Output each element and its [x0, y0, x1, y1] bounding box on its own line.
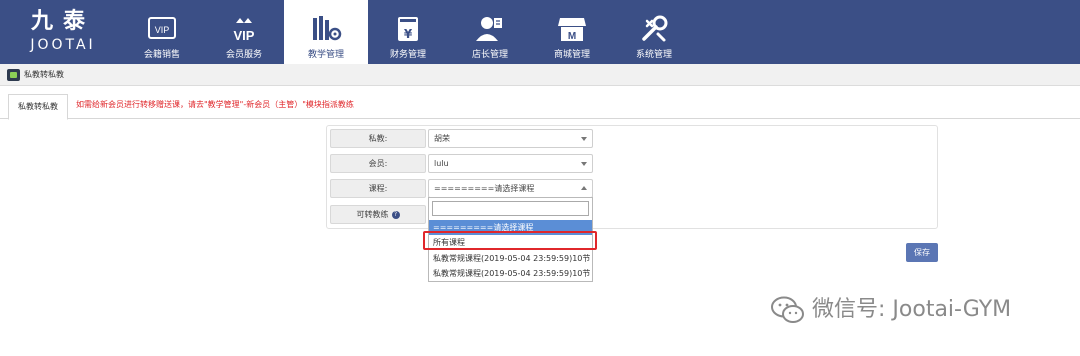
brand-name-en: JOOTAI	[30, 37, 96, 53]
nav-label: 店长管理	[471, 50, 508, 60]
nav-item-system-management[interactable]: 系统管理	[612, 0, 696, 64]
brand-name-cn: 九泰	[30, 9, 95, 34]
wrench-icon	[642, 15, 668, 42]
tab-private-coach-transfer[interactable]: 私教转私教	[8, 94, 68, 120]
chevron-down-icon	[581, 137, 587, 141]
dropdown-option[interactable]: 私教常规课程(2019-05-04 23:59:59)10节	[429, 251, 592, 266]
member-label: 会员:	[330, 154, 426, 173]
manager-icon	[476, 17, 502, 41]
books-gear-icon	[313, 16, 342, 41]
transfer-coach-label-text: 可转教练	[356, 210, 389, 219]
watermark-text: 微信号: Jootai-GYM	[812, 297, 1012, 322]
brand-logo: 九泰 JOOTAI	[28, 8, 98, 60]
nav-item-member-service[interactable]: VIP 会员服务	[202, 0, 286, 64]
svg-text:¥: ¥	[404, 27, 413, 41]
store-icon: M	[558, 18, 586, 42]
transfer-coach-label: 可转教练?	[330, 205, 426, 224]
chevron-down-icon	[581, 162, 587, 166]
nav-item-store-management[interactable]: M 商城管理	[530, 0, 614, 64]
coach-label: 私教:	[330, 129, 426, 148]
course-label: 课程:	[330, 179, 426, 198]
highlight-box	[423, 231, 597, 250]
nav-label: 系统管理	[635, 50, 672, 60]
tab-strip: 私教转私教 如需给新会员进行转移赠送课，请去"教学管理"-新会员（主管）"模块指…	[0, 86, 1080, 120]
svg-text:M: M	[568, 31, 576, 42]
save-button[interactable]: 保存	[906, 243, 938, 262]
yen-book-icon: ¥	[398, 17, 418, 41]
wechat-icon	[771, 296, 804, 323]
nav-label: 财务管理	[389, 50, 426, 60]
chevron-up-icon	[581, 186, 587, 190]
nav-label: 商城管理	[553, 50, 590, 60]
help-icon[interactable]: ?	[391, 210, 400, 219]
coach-select-value: 胡荣	[434, 134, 450, 143]
nav-item-manager-management[interactable]: 店长管理	[448, 0, 532, 64]
coach-select[interactable]: 胡荣	[428, 129, 593, 148]
nav-label: 教学管理	[307, 50, 344, 60]
member-select-value: lulu	[434, 159, 449, 168]
breadcrumb-text: 私教转私教	[24, 70, 64, 79]
tab-note: 如需给新会员进行转移赠送课，请去"教学管理"-新会员（主管）"模块指派教练	[76, 100, 354, 109]
top-navigation-bar: 九泰 JOOTAI VIP 会籍销售 VIP 会员服务 教学管理 ¥ 财务管理 …	[0, 0, 1080, 64]
nav-item-finance-management[interactable]: ¥ 财务管理	[366, 0, 450, 64]
breadcrumb: 私教转私教	[0, 64, 1080, 86]
svg-text:VIP: VIP	[155, 25, 170, 35]
nav-label: 会员服务	[225, 50, 262, 60]
nav-item-membership-sales[interactable]: VIP 会籍销售	[120, 0, 204, 64]
course-select[interactable]: =========请选择课程=========	[428, 179, 593, 210]
nav-label: 会籍销售	[143, 50, 180, 60]
svg-text:VIP: VIP	[234, 28, 255, 43]
vip-crown-icon: VIP	[234, 18, 255, 43]
nav-item-teaching-management[interactable]: 教学管理	[284, 0, 368, 64]
dropdown-search-input[interactable]	[432, 201, 589, 216]
member-select[interactable]: lulu	[428, 154, 593, 173]
vip-card-icon: VIP	[148, 17, 176, 39]
app-icon	[7, 69, 20, 81]
dropdown-option[interactable]: 私教常规课程(2019-05-04 23:59:59)10节	[429, 266, 592, 281]
